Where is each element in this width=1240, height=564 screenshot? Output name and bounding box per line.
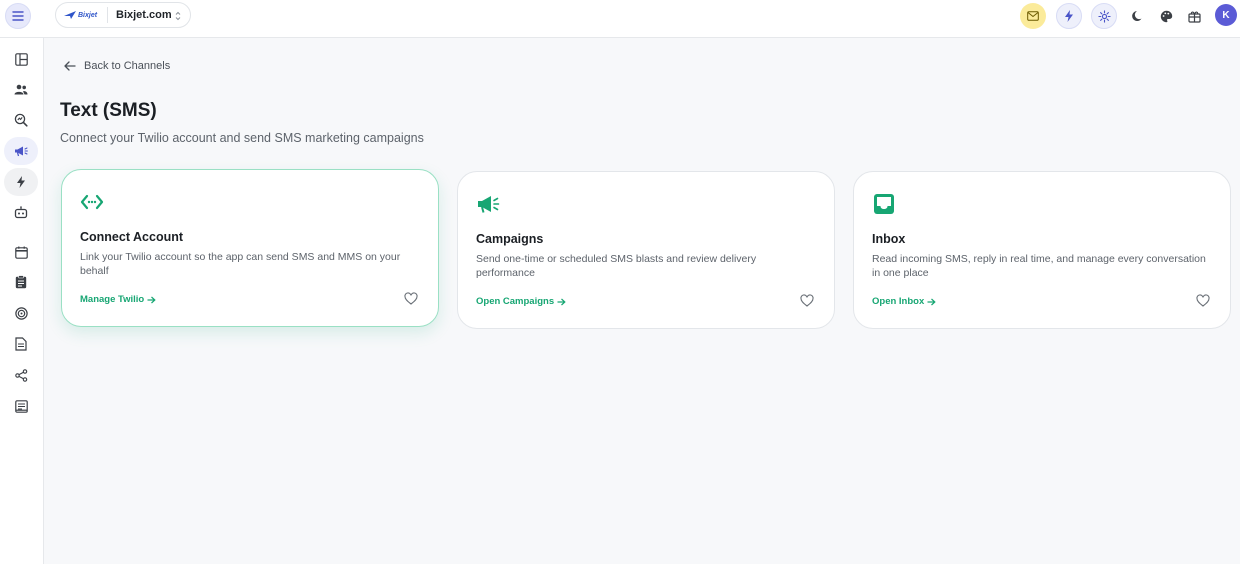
card-link-label: Open Campaigns xyxy=(476,296,555,307)
page-subtitle: Connect your Twilio account and send SMS… xyxy=(60,131,424,145)
sidebar-item-tasks[interactable] xyxy=(4,268,38,296)
settings-button[interactable] xyxy=(1091,3,1117,29)
card-link-label: Open Inbox xyxy=(872,296,925,307)
gift-button[interactable] xyxy=(1185,7,1203,25)
card-campaigns[interactable]: Campaigns Send one-time or scheduled SMS… xyxy=(457,171,835,329)
card-title: Connect Account xyxy=(80,230,184,244)
heart-icon[interactable] xyxy=(800,294,814,308)
theme-toggle[interactable] xyxy=(1129,7,1147,25)
palette-button[interactable] xyxy=(1157,7,1175,25)
sidebar-item-automations[interactable] xyxy=(4,168,38,196)
sidebar-item-analytics[interactable] xyxy=(4,106,38,134)
layout-icon xyxy=(14,52,28,66)
mail-button[interactable] xyxy=(1020,3,1046,29)
chevron-updown-icon xyxy=(175,11,181,21)
sidebar-item-calendar[interactable] xyxy=(4,238,38,266)
card-description: Link your Twilio account so the app can … xyxy=(80,251,401,277)
hamburger-icon xyxy=(12,11,24,21)
sidebar-item-goals[interactable] xyxy=(4,299,38,327)
sidebar-item-integrations[interactable] xyxy=(4,361,38,389)
open-campaigns-link[interactable]: Open Campaigns xyxy=(476,296,566,307)
workspace-name: Bixjet.com xyxy=(116,9,172,21)
card-description: Read incoming SMS, reply in real time, a… xyxy=(872,253,1206,279)
workspace-logo: Bixjet xyxy=(64,7,108,23)
card-title: Campaigns xyxy=(476,232,544,246)
card-inbox[interactable]: Inbox Read incoming SMS, reply in real t… xyxy=(853,171,1231,329)
automation-button[interactable] xyxy=(1056,3,1082,29)
sidebar-item-contacts[interactable] xyxy=(4,75,38,103)
card-title: Inbox xyxy=(872,232,906,246)
card-description: Send one-time or scheduled SMS blasts an… xyxy=(476,253,757,279)
heart-icon[interactable] xyxy=(404,292,418,306)
sidebar-item-dashboard[interactable] xyxy=(4,45,38,73)
report-icon xyxy=(14,399,28,413)
palette-icon xyxy=(1160,10,1172,22)
inbox-icon xyxy=(874,194,894,214)
arrow-right-icon xyxy=(557,298,566,305)
megaphone-icon xyxy=(15,146,28,157)
open-inbox-link[interactable]: Open Inbox xyxy=(872,296,936,307)
workspace-logo-text: Bixjet xyxy=(78,11,98,19)
analytics-icon xyxy=(14,113,28,127)
target-icon xyxy=(14,306,28,320)
sidebar-item-reports[interactable] xyxy=(4,392,38,420)
arrow-left-icon xyxy=(64,61,76,71)
code-connect-icon xyxy=(80,194,104,210)
back-link-label: Back to Channels xyxy=(84,60,171,72)
arrow-right-icon xyxy=(927,298,936,305)
megaphone-icon xyxy=(478,196,500,213)
plane-logo-icon xyxy=(64,11,76,19)
lightning-icon xyxy=(17,176,25,188)
calendar-icon xyxy=(14,246,28,259)
moon-icon xyxy=(1132,11,1142,21)
heart-icon[interactable] xyxy=(1196,294,1210,308)
mail-icon xyxy=(1027,11,1039,21)
back-to-channels-link[interactable]: Back to Channels xyxy=(64,60,170,72)
gift-icon xyxy=(1187,11,1201,23)
users-icon xyxy=(14,84,28,94)
manage-twilio-link[interactable]: Manage Twilio xyxy=(80,294,156,305)
menu-button[interactable] xyxy=(5,3,31,29)
lightning-icon xyxy=(1065,10,1073,22)
arrow-right-icon xyxy=(147,296,156,303)
sidebar-item-bots[interactable] xyxy=(4,198,38,226)
card-link-label: Manage Twilio xyxy=(80,294,145,305)
workspace-switcher[interactable]: Bixjet Bixjet.com xyxy=(55,2,191,28)
document-icon xyxy=(15,337,27,351)
share-icon xyxy=(14,368,27,382)
page-title: Text (SMS) xyxy=(60,100,157,121)
sidebar-item-channels[interactable] xyxy=(4,137,38,165)
clipboard-icon xyxy=(15,275,27,289)
sidebar-item-documents[interactable] xyxy=(4,330,38,358)
card-connect-account[interactable]: Connect Account Link your Twilio account… xyxy=(61,169,439,327)
gear-icon xyxy=(1097,9,1111,23)
robot-icon xyxy=(14,205,28,218)
sidebar xyxy=(0,38,44,564)
top-bar: Bixjet Bixjet.com K xyxy=(0,0,1240,38)
avatar[interactable]: K xyxy=(1215,4,1237,26)
